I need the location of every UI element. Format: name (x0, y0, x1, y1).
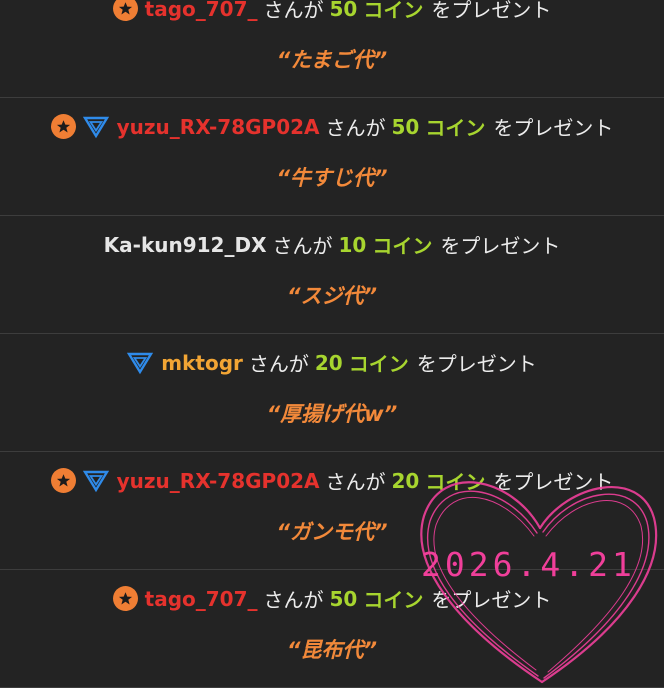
gift-message: “牛すじ代” (276, 166, 388, 190)
gift-message: “ガンモ代” (276, 520, 388, 544)
action-text: をプレゼント (493, 116, 614, 140)
gift-message: “スジ代” (286, 284, 378, 308)
date-sticker: 2026.4.21 (421, 545, 636, 584)
coin-label: コイン (425, 116, 486, 140)
username[interactable]: yuzu_RX-78GP02A (117, 469, 320, 493)
action-text: をプレゼント (440, 234, 561, 258)
star-badge-icon (50, 114, 76, 139)
suffix-text: さんが (325, 116, 386, 140)
coin-label: コイン (363, 0, 424, 22)
username[interactable]: tago_707_ (145, 0, 258, 21)
star-badge-icon (112, 586, 138, 611)
gift-line: tago_707_ さんが 50 コイン をプレゼント (0, 0, 664, 23)
action-text: をプレゼント (416, 352, 537, 376)
triangle-badge-icon (82, 115, 109, 139)
star-badge-icon (112, 0, 138, 21)
suffix-text: さんが (248, 352, 309, 376)
coin-label: コイン (372, 234, 433, 258)
username[interactable]: mktogr (161, 351, 243, 375)
coin-label: コイン (348, 352, 409, 376)
action-text: をプレゼント (431, 0, 552, 22)
gift-entry: tago_707_ さんが 50 コイン をプレゼント “たまご代” (0, 0, 664, 98)
coin-amount: 20 (314, 350, 343, 375)
gift-entry: Ka-kun912_DX さんが 10 コイン をプレゼント “スジ代” (0, 216, 664, 334)
gift-line: tago_707_ さんが 50 コイン をプレゼント (0, 584, 664, 613)
gift-line: yuzu_RX-78GP02A さんが 50 コイン をプレゼント (0, 112, 664, 141)
triangle-badge-icon (127, 351, 154, 375)
gift-message: “たまご代” (276, 48, 388, 72)
username[interactable]: Ka-kun912_DX (104, 233, 267, 257)
coin-amount: 50 (329, 586, 358, 611)
gift-message: “昆布代” (286, 638, 378, 662)
gift-entry: mktogr さんが 20 コイン をプレゼント “厚揚げ代w” (0, 334, 664, 452)
coin-amount: 50 (329, 0, 358, 21)
gift-entry: tago_707_ さんが 50 コイン をプレゼント “昆布代” (0, 570, 664, 688)
username[interactable]: tago_707_ (145, 587, 258, 611)
gift-line: mktogr さんが 20 コイン をプレゼント (0, 348, 664, 377)
suffix-text: さんが (272, 234, 333, 258)
gift-line: yuzu_RX-78GP02A さんが 20 コイン をプレゼント (0, 466, 664, 495)
star-badge-icon (50, 468, 76, 493)
coin-label: コイン (425, 470, 486, 494)
gift-message: “厚揚げ代w” (266, 402, 398, 426)
action-text: をプレゼント (493, 470, 614, 494)
triangle-badge-icon (82, 469, 109, 493)
coin-amount: 20 (391, 468, 420, 493)
suffix-text: さんが (263, 0, 324, 22)
username[interactable]: yuzu_RX-78GP02A (117, 115, 320, 139)
gift-entry: yuzu_RX-78GP02A さんが 50 コイン をプレゼント “牛すじ代” (0, 98, 664, 216)
coin-label: コイン (363, 588, 424, 612)
gift-line: Ka-kun912_DX さんが 10 コイン をプレゼント (0, 230, 664, 259)
suffix-text: さんが (325, 470, 386, 494)
suffix-text: さんが (263, 588, 324, 612)
coin-amount: 10 (338, 232, 367, 257)
action-text: をプレゼント (431, 588, 552, 612)
coin-amount: 50 (391, 114, 420, 139)
